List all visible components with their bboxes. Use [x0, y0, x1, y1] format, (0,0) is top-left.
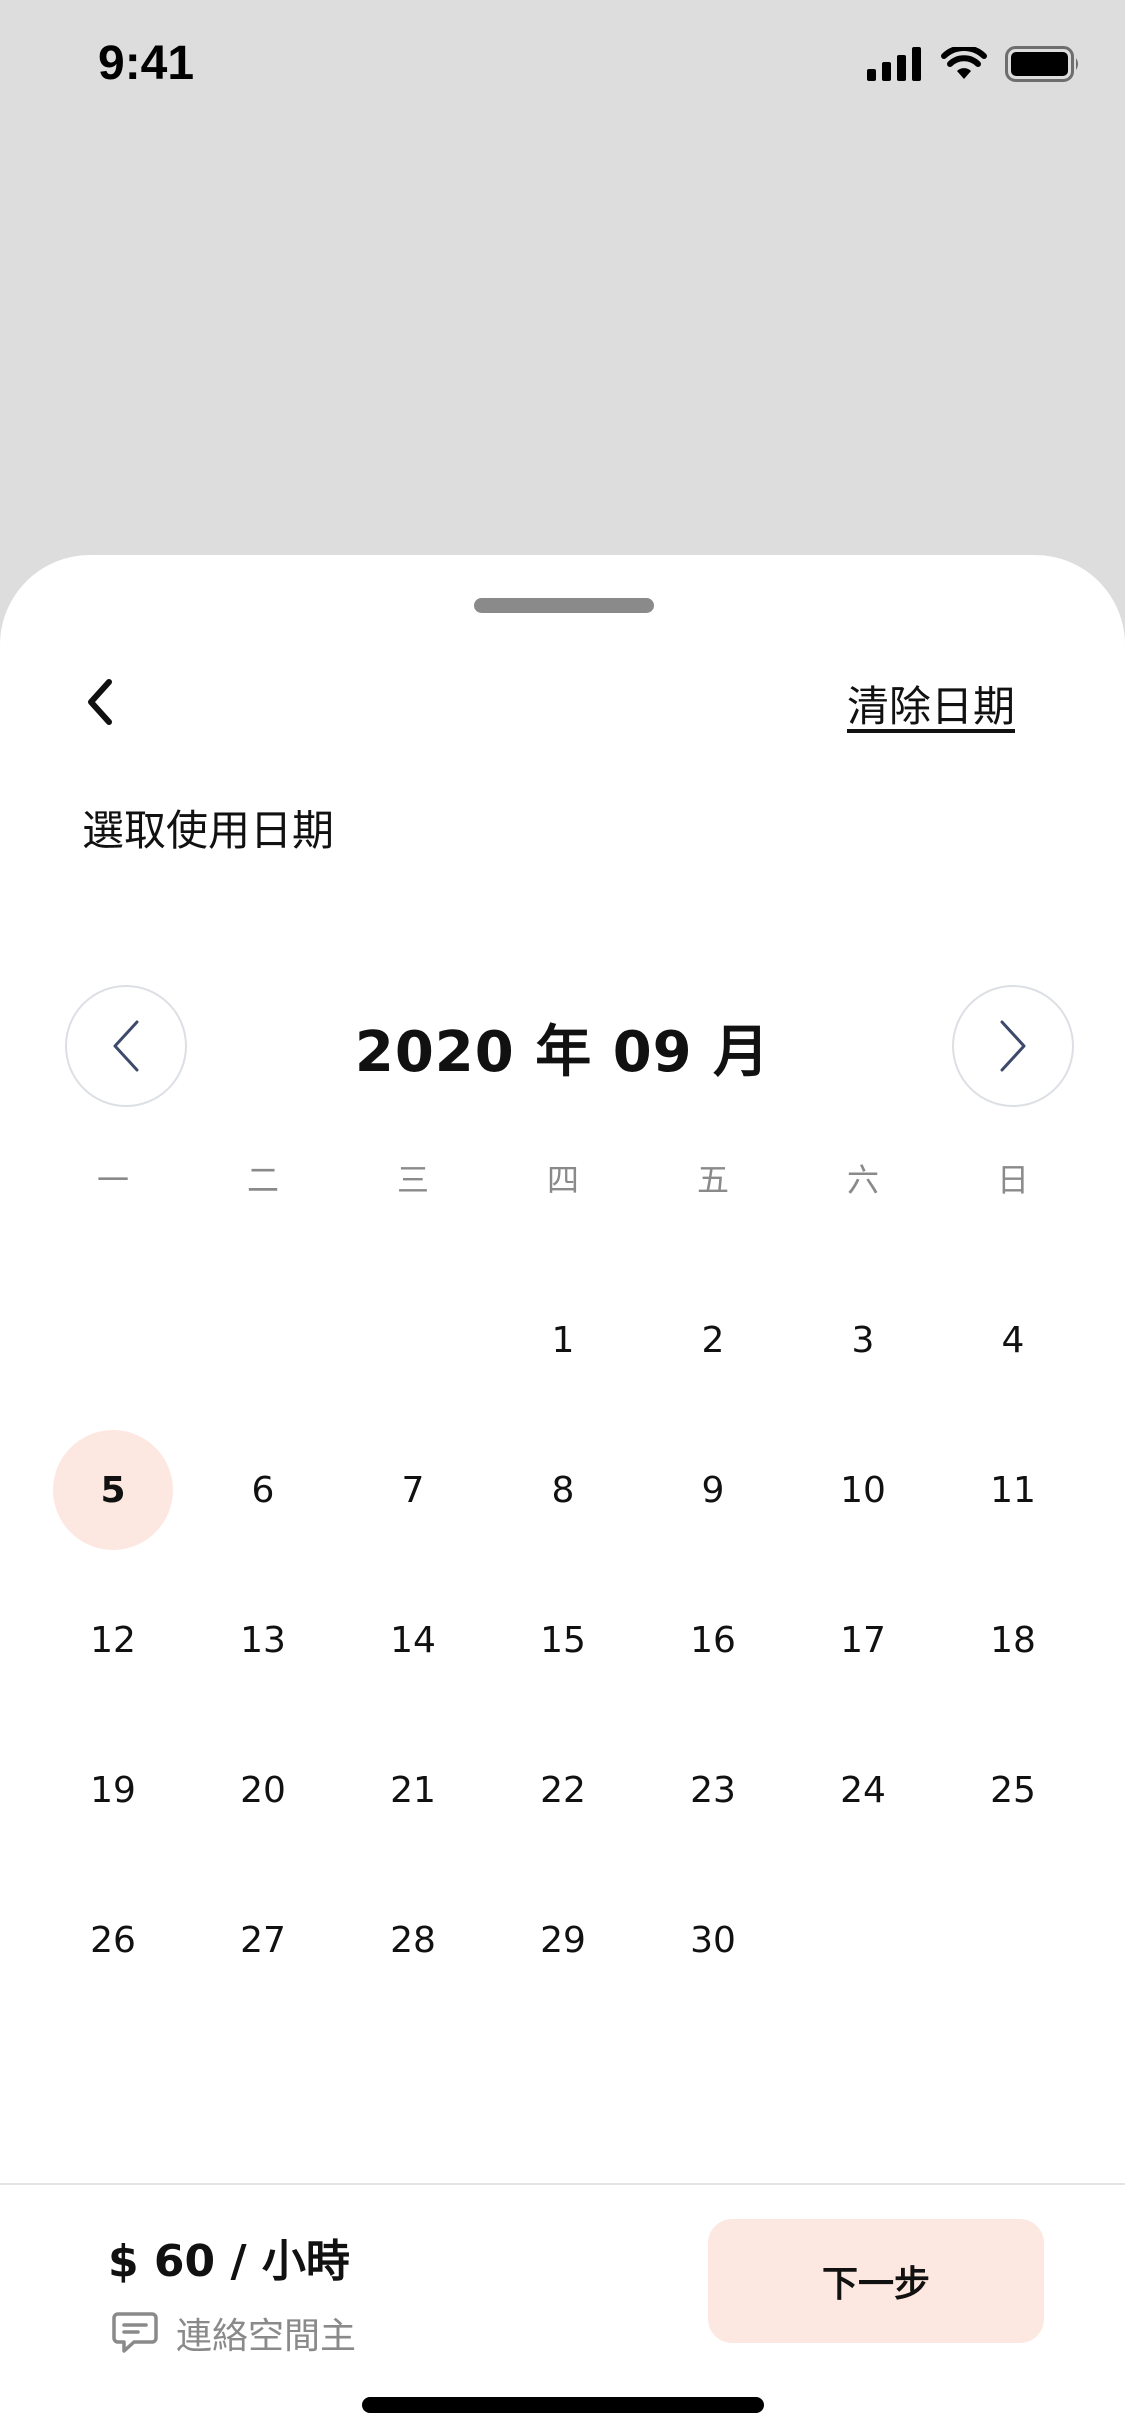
- booking-footer: $ 60 / 小時 連絡空間主 下一步: [0, 2183, 1125, 2433]
- calendar-day-selected[interactable]: 5: [53, 1430, 173, 1550]
- price-label: $ 60 / 小時: [108, 2236, 350, 2287]
- calendar-day[interactable]: 3: [803, 1280, 923, 1400]
- calendar-day[interactable]: 29: [503, 1880, 623, 2000]
- sheet-title: 選取使用日期: [82, 806, 335, 855]
- signal-icon: [867, 47, 921, 81]
- calendar-day[interactable]: 25: [953, 1730, 1073, 1850]
- weekday-label: 六: [846, 1161, 879, 1199]
- calendar-day[interactable]: 27: [203, 1880, 323, 2000]
- calendar-day[interactable]: 14: [353, 1580, 473, 1700]
- chevron-left-icon: [88, 679, 112, 725]
- calendar-day[interactable]: 1: [503, 1280, 623, 1400]
- weekday-label: 日: [996, 1161, 1029, 1199]
- wifi-icon: [941, 47, 987, 79]
- calendar-day[interactable]: 7: [353, 1430, 473, 1550]
- next-step-button[interactable]: 下一步: [708, 2219, 1044, 2343]
- calendar-day[interactable]: 21: [353, 1730, 473, 1850]
- home-indicator: [362, 2397, 764, 2413]
- weekday-label: 五: [696, 1161, 729, 1199]
- contact-host-label: 連絡空間主: [176, 2316, 357, 2357]
- calendar-day[interactable]: 18: [953, 1580, 1073, 1700]
- calendar-day[interactable]: 17: [803, 1580, 923, 1700]
- calendar-day[interactable]: 28: [353, 1880, 473, 2000]
- calendar-day[interactable]: 13: [203, 1580, 323, 1700]
- calendar-day[interactable]: 11: [953, 1430, 1073, 1550]
- weekday-label: 三: [396, 1161, 429, 1199]
- calendar-day[interactable]: 15: [503, 1580, 623, 1700]
- calendar-day[interactable]: 6: [203, 1430, 323, 1550]
- calendar-day[interactable]: 22: [503, 1730, 623, 1850]
- weekday-header: 一二三四五六日: [0, 1155, 1125, 1215]
- status-bar: 9:41: [0, 0, 1125, 130]
- status-icons: [867, 46, 1081, 82]
- chevron-right-icon: [1000, 1020, 1026, 1072]
- calendar-day[interactable]: 10: [803, 1430, 923, 1550]
- calendar-day[interactable]: 30: [653, 1880, 773, 2000]
- calendar-day[interactable]: 2: [653, 1280, 773, 1400]
- battery-icon: [1005, 46, 1078, 82]
- calendar-day[interactable]: 9: [653, 1430, 773, 1550]
- next-month-button[interactable]: [952, 985, 1074, 1107]
- calendar-day[interactable]: 16: [653, 1580, 773, 1700]
- calendar-day[interactable]: 4: [953, 1280, 1073, 1400]
- chat-bubble-icon: [112, 2312, 158, 2353]
- weekday-label: 二: [246, 1161, 279, 1199]
- contact-host-link[interactable]: 連絡空間主: [112, 2307, 356, 2359]
- sheet-grabber[interactable]: [474, 598, 654, 613]
- calendar-day[interactable]: 20: [203, 1730, 323, 1850]
- weekday-label: 一: [96, 1161, 129, 1199]
- back-button[interactable]: [70, 672, 130, 732]
- calendar-day[interactable]: 19: [53, 1730, 173, 1850]
- date-picker-sheet: 清除日期 選取使用日期 2020 年 09 月 一二三四五六日 12345678…: [0, 555, 1125, 2433]
- calendar-day[interactable]: 8: [503, 1430, 623, 1550]
- calendar-day[interactable]: 24: [803, 1730, 923, 1850]
- calendar-grid: 1 2 3 4 5 6 7 8 9 10 11 12 13 14 15 16 17 18 19 20 21 22 23 24 2…: [0, 555, 1125, 2055]
- clear-dates-link[interactable]: 清除日期: [847, 673, 1015, 734]
- weekday-label: 四: [546, 1161, 579, 1199]
- status-time: 9:41: [98, 37, 195, 90]
- calendar-day[interactable]: 12: [53, 1580, 173, 1700]
- calendar-day[interactable]: 23: [653, 1730, 773, 1850]
- calendar-day[interactable]: 26: [53, 1880, 173, 2000]
